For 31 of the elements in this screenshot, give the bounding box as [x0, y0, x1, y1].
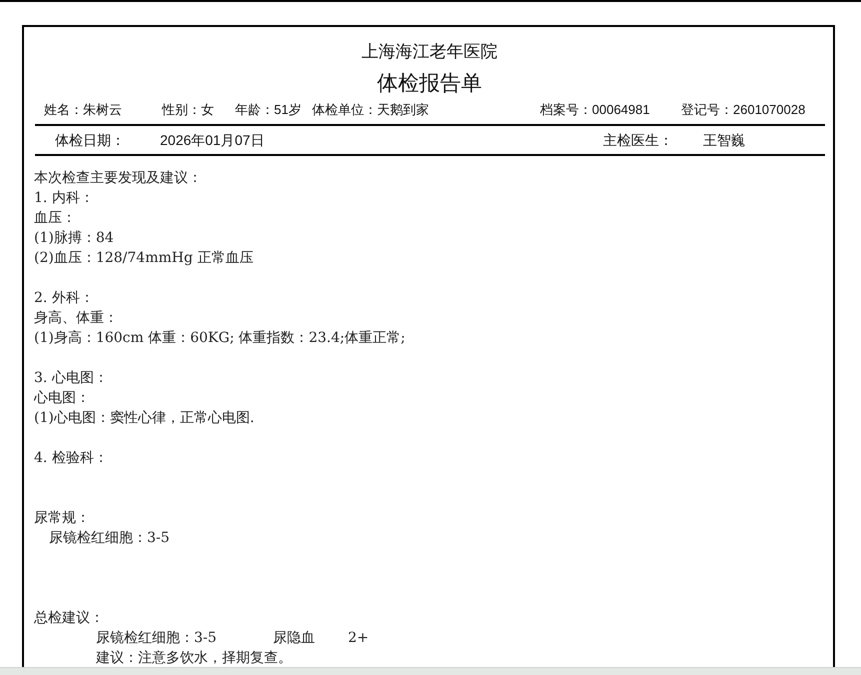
report-line: (1)心电图：窦性心律，正常心电图. — [34, 410, 254, 426]
report-line: 身高、体重： — [34, 310, 118, 326]
doctor-name: 王智巍 — [703, 131, 745, 150]
report-line: (1)脉搏：84 — [34, 230, 114, 246]
report-line: 总检建议： — [34, 610, 104, 626]
report-line: 尿常规： — [34, 510, 90, 526]
patient-field: 性别：女 — [162, 100, 214, 120]
patient-field: 体检单位：天鹅到家 — [312, 100, 429, 120]
result-cell-text: 尿镜检红细胞：3-5 — [96, 629, 217, 648]
report-line: 血压： — [34, 210, 76, 226]
hospital-name: 上海海江老年医院 — [362, 41, 498, 63]
result-cell-text: 尿隐血 — [273, 629, 315, 648]
field-label: 体检日期： — [55, 131, 125, 150]
advice-text: 建议：注意多饮水，择期复查。 — [96, 650, 292, 666]
report-line: 尿镜检红细胞：3-5 — [49, 530, 170, 546]
patient-field: 登记号：2601070028 — [681, 100, 806, 120]
report-line: (2)血压：128/74mmHg 正常血压 — [34, 250, 254, 266]
result-cell-text: 2+ — [348, 629, 369, 648]
report-line: 1. 内科： — [34, 190, 94, 206]
patient-field: 档案号：00064981 — [540, 100, 650, 120]
report-line: 4. 检验科： — [34, 450, 108, 466]
report-title: 体检报告单 — [377, 71, 482, 97]
report-line: (1)身高：160cm 体重：60KG; 体重指数：23.4;体重正常; — [34, 330, 406, 346]
exam-date: 2026年01月07日 — [160, 131, 264, 150]
report-line: 本次检查主要发现及建议： — [34, 170, 202, 186]
patient-field: 姓名：朱树云 — [44, 100, 122, 120]
report-line: 3. 心电图： — [34, 370, 108, 386]
field-label: 主检医生： — [603, 131, 673, 150]
report-line: 2. 外科： — [34, 290, 94, 306]
report-line: 心电图： — [34, 390, 90, 406]
patient-field: 年龄：51岁 — [235, 100, 302, 120]
